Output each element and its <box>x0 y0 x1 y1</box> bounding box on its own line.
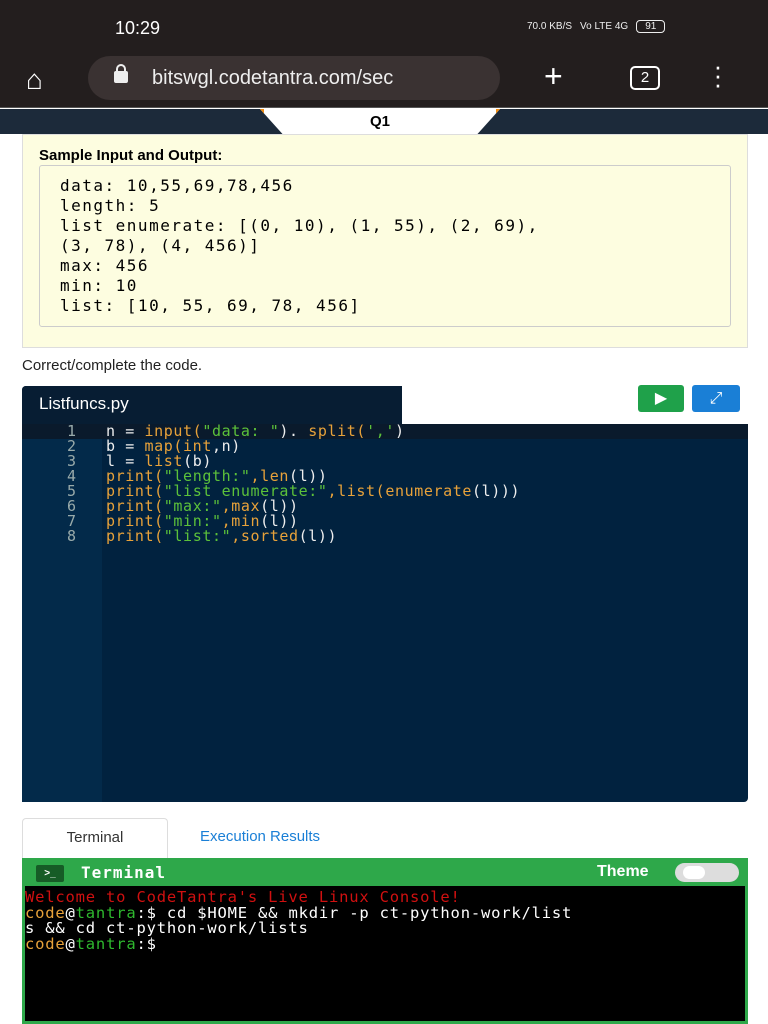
browser-toolbar: ⌂ bitswgl.codetantra.com/sec + 2 · · · <box>0 53 768 108</box>
line-number: 8 <box>66 527 76 545</box>
code-token: ) <box>394 422 405 440</box>
code-text: print("list:",sorted(l)) <box>76 529 337 544</box>
file-name: Listfuncs.py <box>22 386 402 424</box>
tab-terminal[interactable]: Terminal <box>22 818 168 858</box>
code-token: ). <box>279 422 309 440</box>
lock-icon <box>114 64 128 83</box>
terminal-header: >_ Terminal Theme <box>25 858 745 886</box>
terminal-panel[interactable]: >_ Terminal Theme Welcome to CodeTantra'… <box>22 858 748 1024</box>
status-bar: 10:29 70.0 KB/S Vo LTE 4G 91 <box>0 0 768 54</box>
code-token: ,sorted <box>231 527 299 545</box>
sample-line: list enumerate: [(0, 10), (1, 55), (2, 6… <box>60 216 539 235</box>
code-token: print( <box>106 527 164 545</box>
code-editor[interactable]: Listfuncs.py ▶ ⤢ 1n = input("data: "). s… <box>22 385 748 802</box>
terminal-output[interactable]: Welcome to CodeTantra's Live Linux Conso… <box>25 886 745 952</box>
theme-toggle[interactable] <box>675 863 739 882</box>
terminal-title: Terminal <box>81 863 167 882</box>
sample-io-panel: Sample Input and Output: data: 10,55,69,… <box>22 134 748 348</box>
output-tabs: Terminal Execution Results <box>22 818 748 858</box>
sample-line: data: 10,55,69,78,456 <box>60 176 294 195</box>
sample-box: data: 10,55,69,78,456 length: 5 list enume… <box>39 165 731 327</box>
sample-line: length: 5 <box>60 196 161 215</box>
prompt-line: code@tantra:$ <box>25 934 157 953</box>
network-speed: 70.0 KB/S <box>527 21 573 32</box>
code-token: (l)) <box>298 527 338 545</box>
terminal-icon: >_ <box>36 865 64 882</box>
tab-execution-results[interactable]: Execution Results <box>200 818 320 856</box>
status-icons: 70.0 KB/S Vo LTE 4G 91 <box>527 20 666 33</box>
sample-line: list: [10, 55, 69, 78, 456] <box>60 296 361 315</box>
battery-icon: 91 <box>636 20 666 33</box>
prompt-user: code <box>25 934 66 953</box>
url-text: bitswgl.codetantra.com/sec <box>152 67 394 89</box>
code-token: ,list(enumerate <box>327 482 472 500</box>
clock: 10:29 <box>115 18 161 38</box>
url-bar[interactable]: bitswgl.codetantra.com/sec <box>88 56 500 100</box>
sample-title: Sample Input and Output: <box>39 147 223 164</box>
run-button[interactable]: ▶ <box>638 385 684 412</box>
more-menu-icon[interactable]: · · · <box>708 53 728 97</box>
prompt-host: tantra <box>75 934 137 953</box>
code-area[interactable]: 1n = input("data: "). split(',') 2 b = map… <box>22 424 748 544</box>
theme-label: Theme <box>597 863 649 880</box>
code-token: split( <box>308 422 367 440</box>
code-token: ,n) <box>211 437 241 455</box>
signal-icon: Vo LTE 4G <box>580 21 629 32</box>
code-token: ',' <box>366 422 395 440</box>
new-tab-icon[interactable]: + <box>544 58 563 95</box>
code-line: 8 print("list:",sorted(l)) <box>22 529 748 544</box>
sample-line: (3, 78), (4, 456)] <box>60 236 261 255</box>
instruction-text: Correct/complete the code. <box>22 357 203 374</box>
code-token: "list:" <box>163 527 232 545</box>
home-icon[interactable]: ⌂ <box>26 64 43 96</box>
tab-switcher-button[interactable]: 2 <box>630 66 660 90</box>
expand-button[interactable]: ⤢ <box>692 385 740 412</box>
prompt-symbol: :$ <box>136 934 157 953</box>
sample-line: min: 10 <box>60 276 138 295</box>
code-token: (l))) <box>472 482 521 500</box>
sample-line: max: 456 <box>60 256 150 275</box>
